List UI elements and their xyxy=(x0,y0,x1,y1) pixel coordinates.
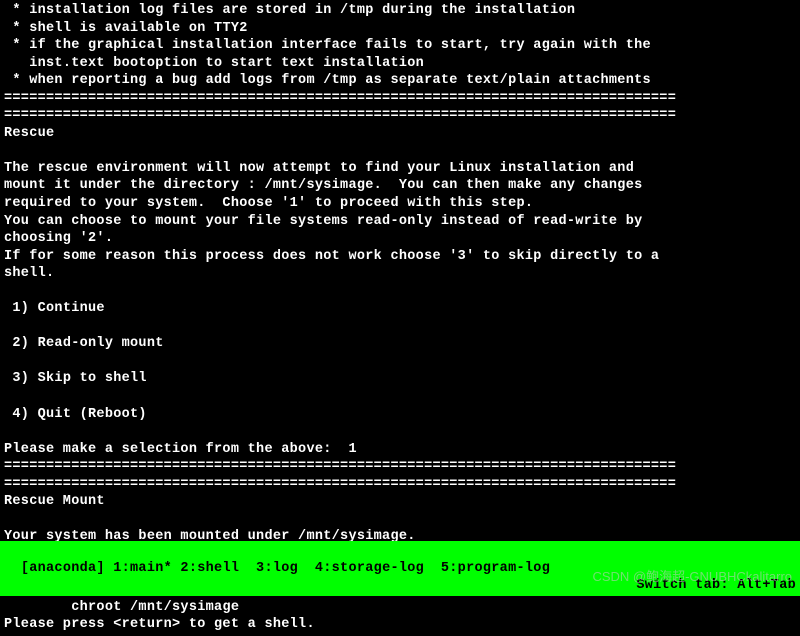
terminal-line: You can choose to mount your file system… xyxy=(4,213,796,231)
terminal-line xyxy=(4,142,796,160)
terminal-line: ========================================… xyxy=(4,458,796,476)
terminal-line: 3) Skip to shell xyxy=(4,370,796,388)
terminal-line: shell. xyxy=(4,265,796,283)
terminal-output[interactable]: * installation log files are stored in /… xyxy=(0,0,800,636)
terminal-line xyxy=(4,423,796,441)
tmux-statusbar: [anaconda] 1:main* 2:shell 3:log 4:stora… xyxy=(0,541,800,596)
terminal-line: * installation log files are stored in /… xyxy=(4,2,796,20)
terminal-line: choosing '2'. xyxy=(4,230,796,248)
terminal-line: * if the graphical installation interfac… xyxy=(4,37,796,55)
terminal-line: mount it under the directory : /mnt/sysi… xyxy=(4,177,796,195)
terminal-line: ========================================… xyxy=(4,476,796,494)
terminal-line: chroot /mnt/sysimage xyxy=(4,599,796,617)
terminal-line: Please press <return> to get a shell. xyxy=(4,616,796,634)
terminal-line: inst.text bootoption to start text insta… xyxy=(4,55,796,73)
terminal-line xyxy=(4,318,796,336)
terminal-line: ========================================… xyxy=(4,107,796,125)
terminal-line xyxy=(4,388,796,406)
terminal-line: 4) Quit (Reboot) xyxy=(4,406,796,424)
terminal-line: If for some reason this process does not… xyxy=(4,248,796,266)
terminal-line: 2) Read-only mount xyxy=(4,335,796,353)
terminal-line: required to your system. Choose '1' to p… xyxy=(4,195,796,213)
terminal-line: 1) Continue xyxy=(4,300,796,318)
terminal-line: Please make a selection from the above: … xyxy=(4,441,796,459)
terminal-line: * when reporting a bug add logs from /tm… xyxy=(4,72,796,90)
terminal-line xyxy=(4,511,796,529)
statusbar-tabs: [anaconda] 1:main* 2:shell 3:log 4:stora… xyxy=(21,561,550,576)
statusbar-right: Switch tab: Alt+Tab xyxy=(636,577,796,595)
terminal-line: ========================================… xyxy=(4,90,796,108)
terminal-line: Rescue Mount xyxy=(4,493,796,511)
terminal-line xyxy=(4,283,796,301)
terminal-line: * shell is available on TTY2 xyxy=(4,20,796,38)
terminal-line: The rescue environment will now attempt … xyxy=(4,160,796,178)
terminal-line xyxy=(4,353,796,371)
terminal-line: Rescue xyxy=(4,125,796,143)
